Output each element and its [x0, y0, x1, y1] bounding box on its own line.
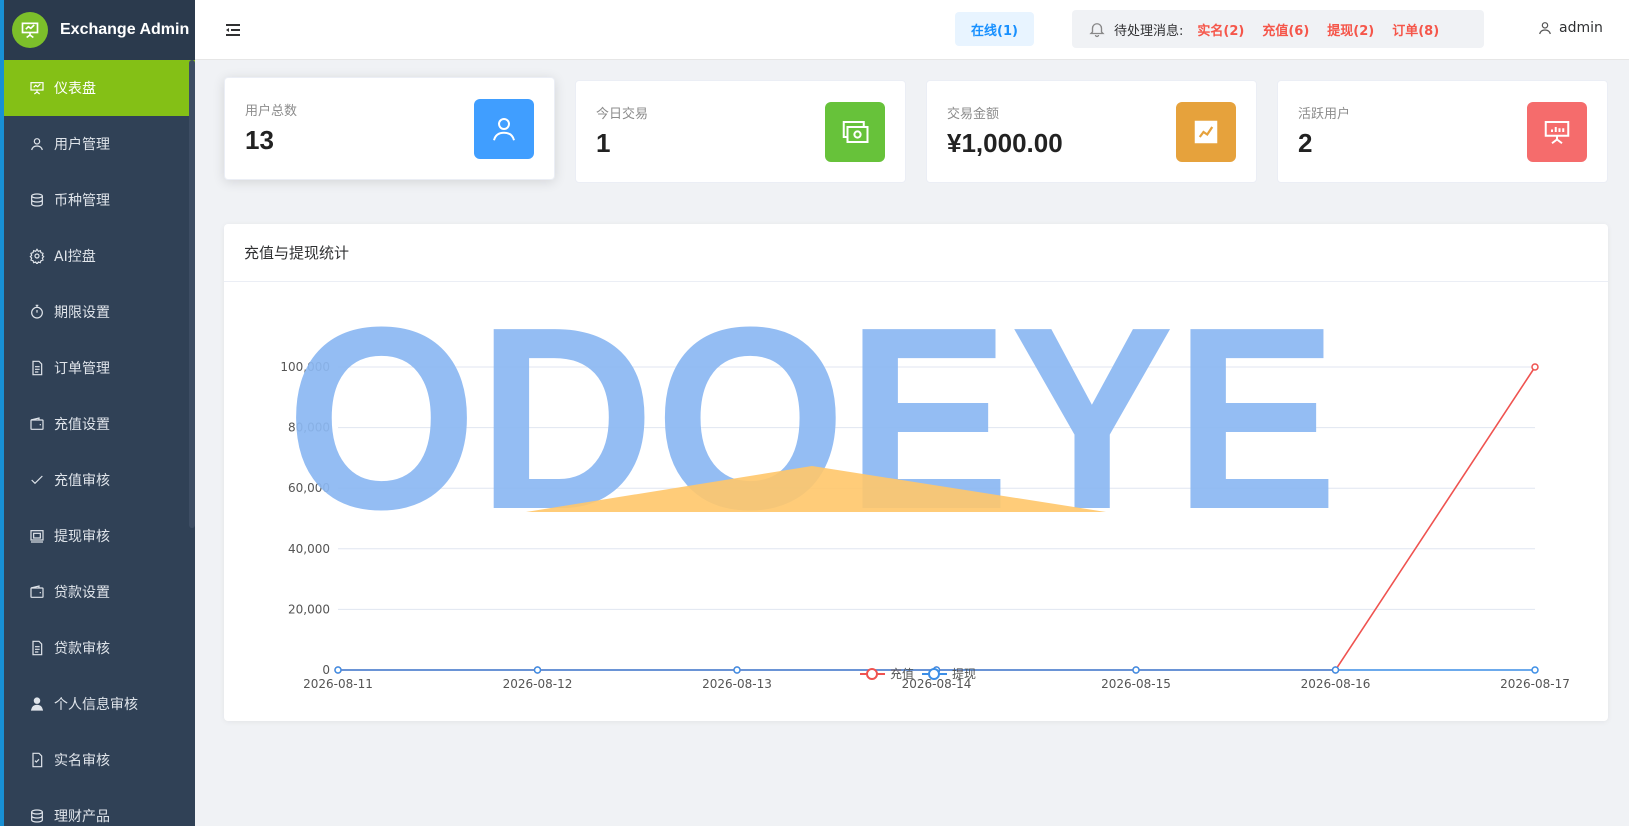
series-line-0	[338, 366, 1536, 671]
y-tick-label: 20,000	[288, 602, 330, 616]
x-tick-label: 2026-08-11	[303, 677, 373, 691]
x-tick-label: 2026-08-12	[503, 677, 573, 691]
series-point-1	[334, 666, 342, 674]
x-tick-label: 2026-08-13	[702, 677, 772, 691]
series-point-1	[733, 666, 741, 674]
y-tick-label: 0	[322, 663, 330, 677]
series-point-0	[1531, 363, 1539, 371]
y-tick-label: 100,000	[280, 360, 330, 374]
x-tick-label: 2026-08-15	[1101, 677, 1171, 691]
legend-label: 提现	[952, 666, 976, 681]
y-tick-label: 80,000	[288, 421, 330, 435]
recharge-withdraw-chart: 0 20,000 40,000 60,000 80,000 100,000 2026-08-…	[280, 360, 1570, 691]
series-point-1	[533, 666, 542, 674]
x-tick-label: 2026-08-17	[1500, 677, 1570, 691]
legend-label: 充值	[890, 666, 914, 681]
legend-marker	[928, 668, 940, 680]
legend-marker	[866, 668, 878, 680]
y-tick-label: 40,000	[288, 542, 330, 556]
series-point-1	[1132, 666, 1140, 674]
series-point-1	[1331, 666, 1340, 674]
x-tick-label: 2026-08-16	[1301, 677, 1371, 691]
series-point-1	[1531, 666, 1539, 674]
y-tick-label: 60,000	[288, 481, 330, 495]
